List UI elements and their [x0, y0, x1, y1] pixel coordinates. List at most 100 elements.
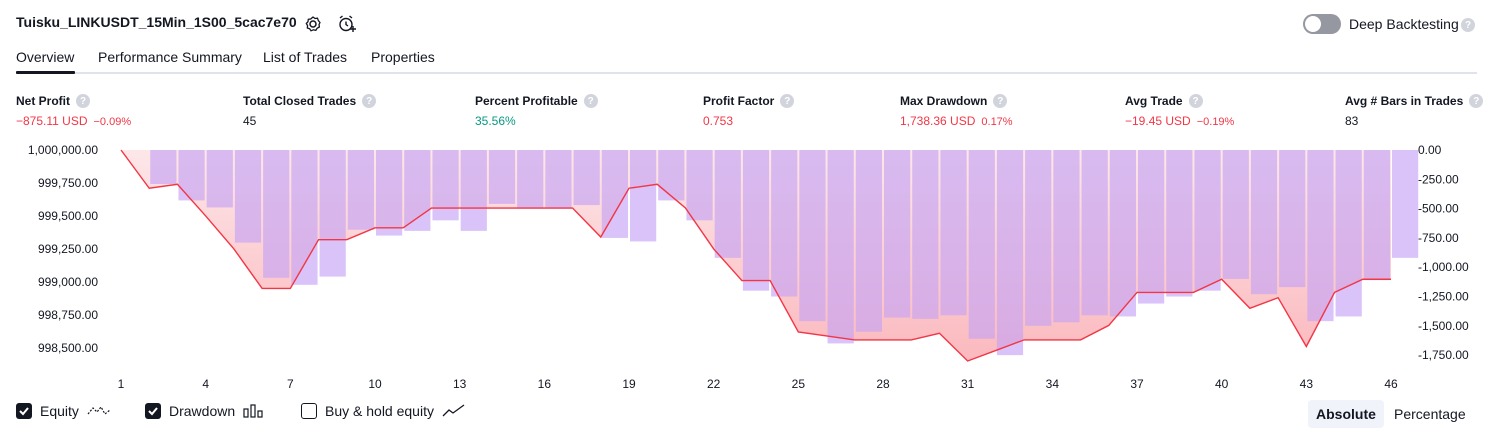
equity-checkbox[interactable] [16, 403, 32, 419]
right-axis-tick: -500.00 [1418, 202, 1459, 216]
x-axis-tick: 25 [792, 377, 806, 391]
left-axis-tick: 998,750.00 [38, 308, 98, 322]
info-icon[interactable]: ? [993, 94, 1008, 108]
metric-value-text: −19.45 USD [1125, 114, 1191, 128]
right-axis-tick: -1,000.00 [1418, 260, 1469, 274]
tab-divider [16, 72, 1477, 74]
right-axis-tick: -1,250.00 [1418, 290, 1469, 304]
drawdown-bar [1392, 150, 1419, 258]
metric-avg-bars-value: 83 [1345, 114, 1359, 128]
drawdown-bar [460, 150, 487, 231]
right-axis-tick: -1,750.00 [1418, 348, 1469, 362]
x-axis-tick: 34 [1046, 377, 1060, 391]
drawdown-bar [517, 150, 544, 209]
left-axis-tick: 999,250.00 [38, 242, 98, 256]
drawdown-bar [1222, 150, 1249, 279]
right-axis-tick: 0.00 [1418, 143, 1442, 157]
drawdown-bar [996, 150, 1024, 356]
x-axis-tick: 7 [287, 377, 294, 391]
drawdown-bar [1250, 150, 1278, 295]
left-axis-tick: 998,500.00 [38, 341, 98, 355]
add-alert-clock-icon[interactable] [336, 13, 358, 35]
drawdown-bar [686, 150, 713, 221]
drawdown-bar [968, 150, 995, 339]
x-axis-tick: 40 [1215, 377, 1229, 391]
drawdown-bar [742, 150, 770, 291]
drawdown-bar [771, 150, 798, 297]
x-axis-tick: 43 [1300, 377, 1314, 391]
x-axis-tick: 4 [202, 377, 209, 391]
metric-avg-trade-value: −19.45 USD −0.19% [1125, 114, 1234, 128]
x-axis-tick: 46 [1384, 377, 1398, 391]
x-axis-tick: 13 [453, 377, 467, 391]
metric-percent: 0.17% [981, 116, 1013, 128]
metric-total-closed-trades-value: 45 [243, 114, 257, 128]
drawdown-bar [1166, 150, 1193, 297]
metric-label-text: Net Profit [16, 94, 70, 108]
metric-percent: −0.19% [1196, 116, 1235, 128]
drawdown-bar [206, 150, 233, 208]
metric-value-text: 1,738.36 USD [900, 114, 976, 128]
metric-profit-factor-label: Profit Factor? [703, 94, 795, 108]
legend-equity[interactable]: Equity [16, 403, 111, 419]
equity-drawdown-chart[interactable]: 1,000,000.00 999,750.00 999,500.00 999,250.… [0, 135, 1494, 395]
drawdown-bar [1194, 150, 1221, 291]
info-icon[interactable]: ? [362, 94, 377, 108]
drawdown-bar [1363, 150, 1390, 281]
metric-label-text: Max Drawdown [900, 94, 988, 108]
drawdown-bar [827, 150, 854, 344]
left-axis-tick: 999,750.00 [38, 176, 98, 190]
metric-label-text: Profit Factor [703, 94, 775, 108]
drawdown-bar [432, 150, 459, 221]
drawdown-checkbox[interactable] [145, 403, 161, 419]
metric-label-text: Avg # Bars in Trades [1345, 94, 1464, 108]
drawdown-bar [263, 150, 290, 278]
drawdown-bar [545, 150, 572, 209]
legend-drawdown[interactable]: Drawdown [145, 403, 265, 419]
drawdown-bar [1279, 150, 1306, 288]
info-icon[interactable]: ? [780, 94, 795, 108]
drawdown-bar [150, 150, 177, 184]
info-icon[interactable]: ? [76, 94, 90, 108]
x-axis-tick: 31 [961, 377, 975, 391]
info-icon[interactable]: ? [1188, 94, 1203, 108]
metric-net-profit-value: −875.11 USD −0.09% [16, 114, 131, 128]
metric-label-text: Percent Profitable [475, 94, 578, 108]
tab-overview[interactable]: Overview [16, 49, 74, 65]
drawdown-bar [855, 150, 882, 332]
tab-list-of-trades[interactable]: List of Trades [263, 49, 347, 65]
tab-properties[interactable]: Properties [371, 49, 435, 65]
metric-percent-profitable-value: 35.56% [475, 114, 516, 128]
strategy-title: Tuisku_LINKUSDT_15Min_1S00_5cac7e70 [16, 14, 297, 30]
settings-gear-icon[interactable] [302, 13, 324, 35]
absolute-toggle-button[interactable]: Absolute [1308, 400, 1384, 428]
equity-line-icon [87, 405, 111, 415]
x-axis-tick: 16 [538, 377, 552, 391]
info-icon[interactable]: ? [1469, 94, 1484, 108]
left-axis-tick: 999,000.00 [38, 275, 98, 289]
legend-drawdown-label: Drawdown [169, 403, 236, 419]
drawdown-bar [573, 150, 600, 206]
drawdown-bar [178, 150, 205, 201]
trend-line-icon [442, 404, 465, 417]
deep-backtesting-toggle[interactable] [1303, 14, 1341, 34]
drawdown-bar [319, 150, 346, 277]
drawdown-bar [630, 150, 657, 242]
drawdown-bar [940, 150, 967, 316]
x-axis-tick: 19 [622, 377, 636, 391]
right-axis-tick: -750.00 [1418, 231, 1459, 245]
info-icon[interactable]: ? [583, 94, 598, 108]
deep-backtesting-help-icon[interactable]: ? [1461, 18, 1475, 32]
x-axis-tick: 1 [118, 377, 125, 391]
percentage-toggle-button[interactable]: Percentage [1386, 400, 1474, 428]
legend-buy-hold[interactable]: Buy & hold equity [301, 403, 466, 419]
drawdown-bar [658, 150, 685, 201]
x-axis-tick: 37 [1130, 377, 1144, 391]
drawdown-bar [488, 150, 516, 204]
tab-performance-summary[interactable]: Performance Summary [98, 49, 242, 65]
buy-hold-checkbox[interactable] [301, 403, 317, 419]
metric-label-text: Total Closed Trades [243, 94, 357, 108]
bars-icon [243, 404, 263, 418]
metric-avg-trade-label: Avg Trade? [1125, 94, 1203, 108]
metric-avg-bars-label: Avg # Bars in Trades? [1345, 94, 1484, 108]
